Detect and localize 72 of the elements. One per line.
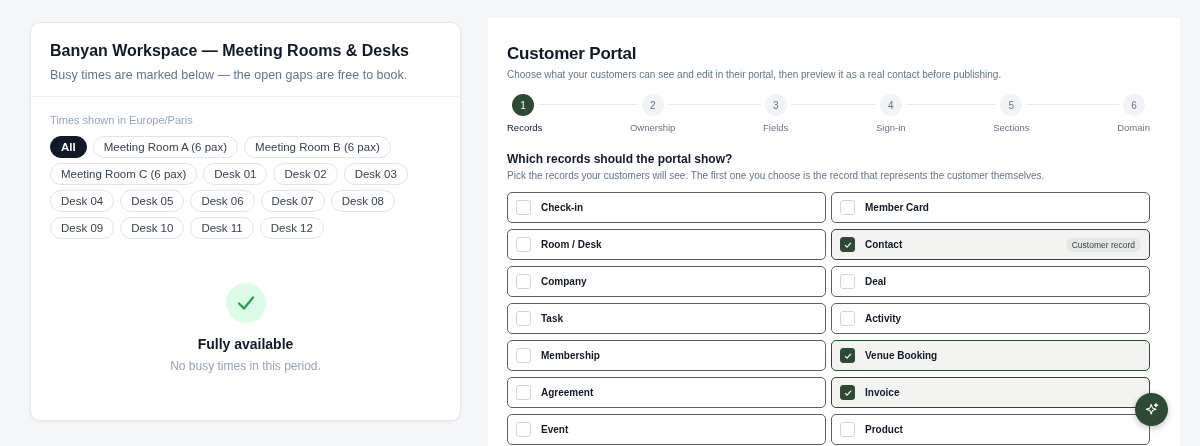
filter-chip[interactable]: Desk 12 (259, 217, 324, 239)
record-option[interactable]: Task (507, 303, 826, 334)
step-label[interactable]: Fields (763, 122, 789, 133)
record-label: Company (541, 276, 587, 287)
record-option[interactable]: Product (831, 414, 1150, 445)
filter-chip[interactable]: Desk 08 (330, 190, 395, 212)
filter-chip[interactable]: Meeting Room A (6 pax) (92, 136, 239, 158)
record-option[interactable]: Invoice (831, 377, 1150, 408)
record-label: Product (865, 424, 903, 435)
portal-title: Customer Portal (507, 44, 638, 64)
step-number[interactable]: 2 (641, 94, 664, 116)
record-option[interactable]: Event (507, 414, 826, 445)
step-number[interactable]: 3 (764, 94, 787, 116)
record-label: Activity (865, 313, 902, 324)
record-option[interactable]: Company (507, 266, 826, 297)
record-label: Deal (865, 276, 887, 287)
record-option[interactable]: Contact Customer record (831, 229, 1150, 260)
portal-subtitle: Choose what your customers can see and edit in their portal, then preview it as a real contact before publishing. (507, 69, 1003, 80)
record-label: Event (541, 424, 569, 435)
record-label: Invoice (865, 387, 900, 398)
filter-chip[interactable]: Desk 06 (190, 190, 255, 212)
question-heading: Which records should the portal show? (507, 152, 734, 166)
filter-chip[interactable]: Desk 03 (343, 163, 408, 185)
filter-chip[interactable]: Desk 04 (50, 190, 115, 212)
filter-chip[interactable]: Desk 01 (203, 163, 268, 185)
record-option[interactable]: Deal (831, 266, 1150, 297)
filter-chip[interactable]: Meeting Room B (6 pax) (244, 136, 391, 158)
step-number[interactable]: 6 (1122, 94, 1145, 116)
record-option[interactable]: Membership (507, 340, 826, 371)
record-label: Agreement (541, 387, 594, 398)
checkbox[interactable] (840, 237, 855, 252)
record-option[interactable]: Room / Desk (507, 229, 826, 260)
card-title: Banyan Workspace — Meeting Rooms & Desks (50, 42, 410, 60)
customer-record-badge: Customer record (1065, 237, 1141, 252)
record-label: Check-in (541, 202, 584, 213)
empty-title: Fully available (197, 336, 294, 352)
filter-chip[interactable]: All (50, 136, 87, 158)
check-icon (225, 283, 266, 323)
filter-chip[interactable]: Desk 02 (273, 163, 338, 185)
card-subtitle: Busy times are marked below — the open gaps are free to book. (50, 68, 409, 82)
record-label: Member Card (865, 202, 929, 213)
checkbox[interactable] (840, 385, 855, 400)
filter-chip[interactable]: Desk 09 (50, 217, 115, 239)
record-option[interactable]: Activity (831, 303, 1150, 334)
record-label: Room / Desk (541, 239, 602, 250)
record-option[interactable]: Venue Booking (831, 340, 1150, 371)
filter-chip[interactable]: Desk 11 (190, 217, 254, 239)
sparkle-button[interactable] (1135, 393, 1168, 426)
question-hint: Pick the records your customers will see. The first one you choose is the record that represents the customer themselves. (507, 170, 1046, 181)
filter-chip[interactable]: Meeting Room C (6 pax) (50, 163, 198, 185)
checkbox[interactable] (840, 348, 855, 363)
step-label[interactable]: Records (507, 122, 543, 133)
step-number[interactable]: 5 (1000, 94, 1023, 116)
record-option[interactable]: Check-in (507, 192, 826, 223)
empty-message: No busy times in this period. (170, 359, 321, 373)
record-option[interactable]: Agreement (507, 377, 826, 408)
step-label[interactable]: Domain (1117, 122, 1150, 133)
timezone-note: Times shown in Europe/Paris (50, 114, 194, 126)
step-number[interactable]: 1 (512, 94, 534, 116)
filter-chip[interactable]: Desk 07 (260, 190, 325, 212)
sparkle-icon (1143, 401, 1160, 418)
step-number[interactable]: 4 (879, 94, 902, 116)
step-label[interactable]: Ownership (630, 122, 676, 133)
record-option[interactable]: Member Card (831, 192, 1150, 223)
filter-chip[interactable]: Desk 05 (120, 190, 185, 212)
record-label: Venue Booking (865, 350, 938, 361)
record-label: Membership (541, 350, 600, 361)
record-label: Contact (865, 239, 903, 250)
record-label: Task (541, 313, 564, 324)
step-label[interactable]: Sections (993, 122, 1030, 133)
step-label[interactable]: Sign-in (875, 122, 906, 133)
filter-chip[interactable]: Desk 10 (120, 217, 185, 239)
